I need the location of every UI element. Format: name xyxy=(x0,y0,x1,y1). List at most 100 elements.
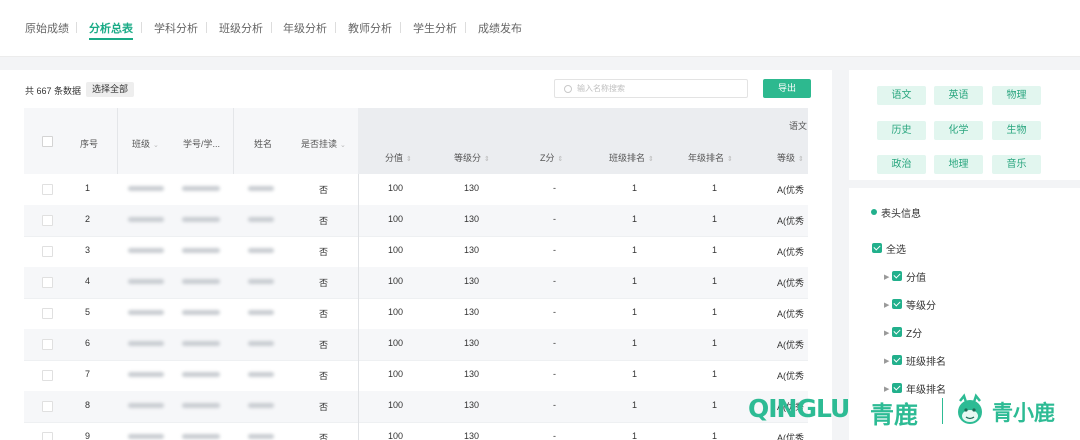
cell-grade-rank: 1 xyxy=(712,431,718,440)
col-header-student-id: 学号/学... xyxy=(183,139,221,149)
tab-divider xyxy=(271,22,272,33)
cell-grade-rank: 1 xyxy=(712,307,718,317)
redacted-student-id xyxy=(182,403,220,408)
cell-grade-score: 130 xyxy=(464,338,480,348)
table-row[interactable]: 7 否 100 130 - 1 1 A(优秀 xyxy=(24,360,808,392)
subject-chip-chemistry[interactable]: 化学 xyxy=(934,121,983,140)
cell-z-score: - xyxy=(553,338,556,348)
subject-chip-chinese[interactable]: 语文 xyxy=(877,86,926,105)
cell-z-score: - xyxy=(553,369,556,379)
top-nav: 原始成绩 分析总表 学科分析 班级分析 年级分析 教师分析 学生分析 成绩发布 xyxy=(0,0,1080,57)
tab-divider xyxy=(335,22,336,33)
subject-chip-politics[interactable]: 政治 xyxy=(877,155,926,174)
tab-teacher-analysis[interactable]: 教师分析 xyxy=(348,20,392,38)
tree-expand-icon[interactable]: ▶ xyxy=(884,273,889,281)
cell-grade-rank: 1 xyxy=(712,338,718,348)
redacted-name xyxy=(248,434,274,439)
select-all-fields-checkbox[interactable] xyxy=(872,243,882,253)
field-checkbox-grade-rank[interactable] xyxy=(892,383,902,393)
field-checkbox-class-rank[interactable] xyxy=(892,355,902,365)
cell-z-score: - xyxy=(553,431,556,440)
cell-grade-score: 130 xyxy=(464,369,480,379)
col-header-grade-rank[interactable]: 年级排名 ⇕ xyxy=(688,151,733,164)
row-checkbox[interactable] xyxy=(42,215,53,226)
col-header-attend[interactable]: 是否挂读 ⌄ xyxy=(301,137,346,150)
frozen-column-edge xyxy=(358,174,359,440)
field-checkbox-grade-score[interactable] xyxy=(892,299,902,309)
table-row[interactable]: 9 否 100 130 - 1 1 A(优秀 xyxy=(24,422,808,440)
table-row[interactable]: 6 否 100 130 - 1 1 A(优秀 xyxy=(24,329,808,361)
tree-expand-icon[interactable]: ▶ xyxy=(884,357,889,365)
col-divider xyxy=(233,108,234,174)
col-header-grade-score[interactable]: 等级分 ⇕ xyxy=(454,151,490,164)
cell-grade-rank: 1 xyxy=(712,214,718,224)
redacted-student-id xyxy=(182,248,220,253)
col-header-class-rank[interactable]: 班级排名 ⇕ xyxy=(609,151,654,164)
table-row[interactable]: 2 否 100 130 - 1 1 A(优秀 xyxy=(24,205,808,237)
cell-grade-score: 130 xyxy=(464,431,480,440)
tree-expand-icon[interactable]: ▶ xyxy=(884,301,889,309)
tree-expand-icon[interactable]: ▶ xyxy=(884,385,889,393)
tree-expand-icon[interactable]: ▶ xyxy=(884,329,889,337)
row-checkbox[interactable] xyxy=(42,277,53,288)
header-info-title: 表头信息 xyxy=(881,209,921,220)
cell-score: 100 xyxy=(388,400,404,410)
tab-class-analysis[interactable]: 班级分析 xyxy=(219,20,263,38)
row-checkbox[interactable] xyxy=(42,184,53,195)
tab-raw-scores[interactable]: 原始成绩 xyxy=(25,20,69,38)
export-button[interactable]: 导出 xyxy=(763,79,811,98)
tab-student-analysis[interactable]: 学生分析 xyxy=(413,20,457,38)
cell-level: A(优秀 xyxy=(777,278,805,288)
select-all-button[interactable]: 选择全部 xyxy=(86,82,135,97)
row-checkbox[interactable] xyxy=(42,246,53,257)
cell-grade-rank: 1 xyxy=(712,245,718,255)
col-header-level[interactable]: 等级 ⇕ xyxy=(777,151,804,164)
redacted-student-id xyxy=(182,217,220,222)
table-row[interactable]: 3 否 100 130 - 1 1 A(优秀 xyxy=(24,236,808,268)
cell-grade-rank: 1 xyxy=(712,183,718,193)
cell-z-score: - xyxy=(553,245,556,255)
field-checkbox-z-score[interactable] xyxy=(892,327,902,337)
row-checkbox[interactable] xyxy=(42,401,53,412)
cell-grade-score: 130 xyxy=(464,307,480,317)
tab-grade-analysis[interactable]: 年级分析 xyxy=(283,20,327,38)
tab-analysis-summary[interactable]: 分析总表 xyxy=(89,20,133,40)
search-input[interactable]: 输入名称搜索 xyxy=(554,79,748,98)
row-checkbox[interactable] xyxy=(42,432,53,440)
field-checkbox-score[interactable] xyxy=(892,271,902,281)
redacted-class xyxy=(128,434,164,439)
table-row[interactable]: 8 否 100 130-1 1 A(优秀 xyxy=(24,391,808,423)
col-header-class[interactable]: 班级 ⌄ xyxy=(132,137,159,150)
table-row[interactable]: 5 否 100 130 - 1 1 A(优秀 xyxy=(24,298,808,330)
subject-chip-history[interactable]: 历史 xyxy=(877,121,926,140)
row-checkbox[interactable] xyxy=(42,308,53,319)
cell-attend: 否 xyxy=(319,340,329,350)
row-checkbox[interactable] xyxy=(42,339,53,350)
row-checkbox[interactable] xyxy=(42,370,53,381)
watermark-logo-latin: QINGLU xyxy=(748,394,850,423)
tab-divider xyxy=(400,22,401,33)
col-header-score[interactable]: 分值 ⇕ xyxy=(385,151,412,164)
subject-chip-english[interactable]: 英语 xyxy=(934,86,983,105)
redacted-name xyxy=(248,217,274,222)
tab-score-release[interactable]: 成绩发布 xyxy=(478,20,522,38)
redacted-student-id xyxy=(182,372,220,377)
table-row[interactable]: 4 否 100 130 - 1 1 A(优秀 xyxy=(24,267,808,299)
subject-chip-music[interactable]: 音乐 xyxy=(992,155,1041,174)
subject-chip-geography[interactable]: 地理 xyxy=(934,155,983,174)
col-header-z-score[interactable]: Z分 ⇕ xyxy=(540,151,563,164)
cell-no: 5 xyxy=(85,307,91,317)
sort-caret-icon: ⇕ xyxy=(798,156,804,163)
tab-subject-analysis[interactable]: 学科分析 xyxy=(154,20,198,38)
cell-attend: 否 xyxy=(319,278,329,288)
cell-score: 100 xyxy=(388,431,404,440)
group-header-chinese: 语文 xyxy=(789,121,808,131)
table-row[interactable]: 1 否 100 130 - 1 1 A(优秀 xyxy=(24,174,808,206)
deer-mascot-icon xyxy=(958,393,982,424)
header-select-all-checkbox[interactable] xyxy=(42,136,53,147)
subject-chip-biology[interactable]: 生物 xyxy=(992,121,1041,140)
cell-score: 100 xyxy=(388,338,404,348)
cell-z-score: - xyxy=(553,214,556,224)
cell-grade-score: 130 xyxy=(464,245,480,255)
subject-chip-physics[interactable]: 物理 xyxy=(992,86,1041,105)
